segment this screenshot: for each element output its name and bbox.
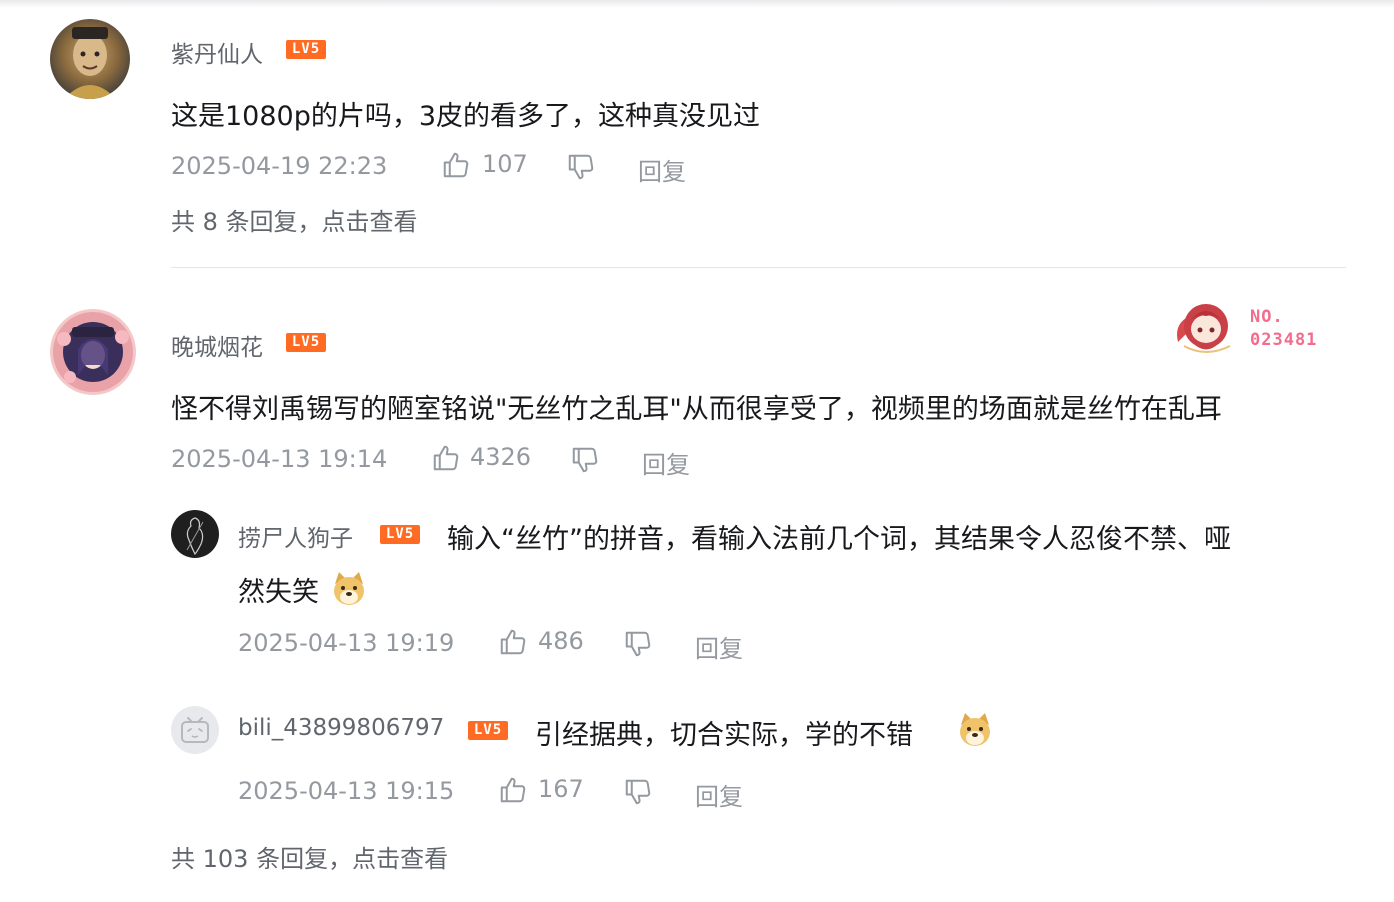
avatar[interactable] <box>50 309 136 395</box>
fan-badge: NO. 023481 <box>1172 296 1332 356</box>
divider <box>171 267 1346 268</box>
level-badge: LV5 <box>286 40 326 59</box>
view-more-replies[interactable]: 共 103 条回复，点击查看 <box>171 839 448 874</box>
reply-button[interactable]: 回复 <box>638 152 686 187</box>
reply-content: 引经据典，切合实际，学的不错 <box>535 720 913 751</box>
level-badge: LV5 <box>380 525 420 544</box>
thumbs-up-icon[interactable] <box>498 775 528 809</box>
comment-content: 怪不得刘禹锡写的陋室铭说"无丝竹之乱耳"从而很享受了，视频里的场面就是丝竹在乱耳 <box>171 394 1222 425</box>
thumbs-up-icon[interactable] <box>441 150 471 184</box>
doge-emoji <box>956 711 992 747</box>
doge-emoji <box>330 570 366 606</box>
avatar[interactable] <box>171 706 219 754</box>
reply-content: 然失笑 <box>238 577 319 608</box>
thumbs-down-icon[interactable] <box>570 445 600 479</box>
header-shadow <box>0 0 1394 8</box>
reply-time: 2025-04-13 19:19 <box>238 629 455 657</box>
like-count: 4326 <box>470 443 532 471</box>
reply-button[interactable]: 回复 <box>642 445 690 480</box>
fan-badge-character-icon <box>1172 296 1240 360</box>
like-count: 486 <box>538 627 584 655</box>
username[interactable]: 捞尸人狗子 <box>238 519 353 553</box>
comment-content: 这是1080p的片吗，3皮的看多了，这种真没见过 <box>171 101 761 132</box>
like-count: 107 <box>482 150 528 178</box>
level-badge: LV5 <box>468 721 508 740</box>
fan-badge-number: 023481 <box>1250 330 1318 350</box>
thumbs-up-icon[interactable] <box>431 443 461 477</box>
reply-button[interactable]: 回复 <box>695 777 743 812</box>
comment-time: 2025-04-19 22:23 <box>171 152 388 180</box>
like-count: 167 <box>538 775 584 803</box>
reply-content: 输入“丝竹”的拼音，看输入法前几个词，其结果令人忍俊不禁、哑 <box>447 524 1231 555</box>
fan-badge-label: NO. <box>1250 307 1284 327</box>
thumbs-down-icon[interactable] <box>623 777 653 811</box>
thumbs-up-icon[interactable] <box>498 627 528 661</box>
view-more-replies[interactable]: 共 8 条回复，点击查看 <box>171 202 418 237</box>
thumbs-down-icon[interactable] <box>566 152 596 186</box>
username[interactable]: 紫丹仙人 <box>171 35 263 69</box>
username[interactable]: 晚城烟花 <box>171 328 263 362</box>
reply-time: 2025-04-13 19:15 <box>238 777 455 805</box>
reply-button[interactable]: 回复 <box>695 629 743 664</box>
avatar[interactable] <box>171 510 219 558</box>
level-badge: LV5 <box>286 333 326 352</box>
comment-time: 2025-04-13 19:14 <box>171 445 388 473</box>
avatar[interactable] <box>50 19 130 99</box>
username[interactable]: bili_43899806797 <box>238 715 444 741</box>
thumbs-down-icon[interactable] <box>623 629 653 663</box>
